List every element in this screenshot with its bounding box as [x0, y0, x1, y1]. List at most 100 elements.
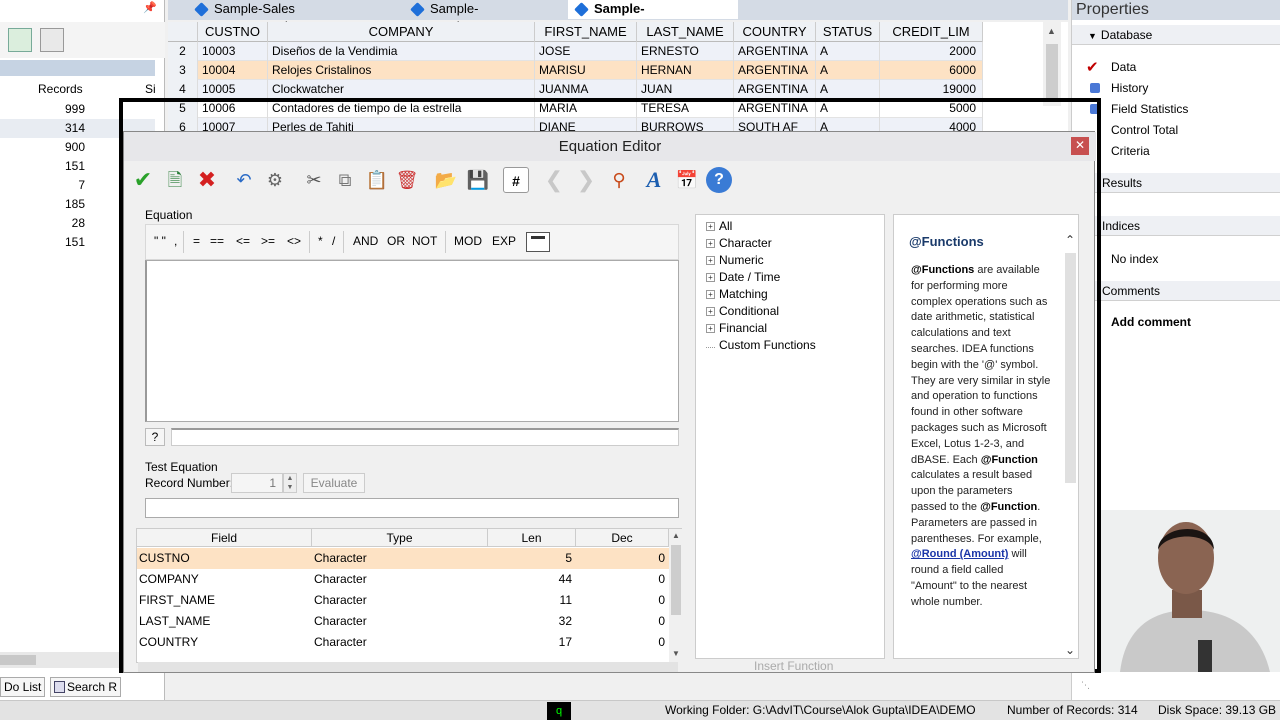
property-criteria[interactable]: Criteria [1111, 144, 1150, 158]
scroll-thumb[interactable] [0, 655, 36, 665]
grid-cell-company[interactable]: Diseños de la Vendimia [268, 42, 535, 61]
column-header-type[interactable]: Type [312, 529, 488, 547]
op-divide[interactable]: / [332, 234, 335, 248]
tab-search-results[interactable]: Search R [50, 677, 122, 697]
column-header-custno[interactable]: CUSTNO [198, 22, 268, 42]
copy-icon[interactable]: ⧉ [332, 167, 358, 193]
fields-vscrollbar[interactable]: ▲ ▼ [669, 529, 683, 663]
property-field-statistics[interactable]: Field Statistics [1111, 102, 1188, 116]
paste-icon[interactable]: 📋 [364, 167, 390, 193]
help-vscrollbar[interactable]: ⌃ ⌄ [1062, 215, 1078, 658]
expand-icon[interactable]: + [706, 324, 715, 333]
op-not-equal[interactable]: <> [287, 234, 301, 248]
grid-view-icon[interactable] [40, 28, 64, 52]
explorer-selected-row[interactable] [0, 60, 155, 76]
syntax-help-button[interactable]: ? [145, 428, 165, 446]
grid-cell-country[interactable]: ARGENTINA [734, 61, 816, 80]
field-row[interactable]: FIRST_NAME Character 11 0 [137, 590, 669, 611]
grid-cell-company[interactable]: Clockwatcher [268, 80, 535, 99]
save-icon[interactable]: 💾 [465, 167, 491, 193]
accept-checkmark-icon[interactable]: ✔ [130, 167, 156, 193]
grid-cell-first[interactable]: MARISU [535, 61, 637, 80]
property-history[interactable]: History [1111, 81, 1148, 95]
scroll-thumb[interactable] [671, 545, 681, 615]
grid-cell-credit[interactable]: 2000 [880, 42, 983, 61]
scroll-up-icon[interactable]: ▲ [672, 531, 680, 540]
grid-cell-country[interactable]: ARGENTINA [734, 80, 816, 99]
equation-textarea[interactable] [145, 260, 679, 422]
tree-node[interactable]: Custom Functions [706, 338, 816, 352]
forward-icon[interactable]: ❯ [573, 167, 599, 193]
op-and[interactable]: AND [353, 234, 378, 248]
column-header-dec[interactable]: Dec [576, 529, 669, 547]
table-row[interactable]: 3 10004 Relojes Cristalinos MARISU HERNAN ARG… [168, 61, 983, 80]
undo-icon[interactable]: ↶ [231, 167, 257, 193]
cut-icon[interactable]: ✂ [301, 167, 327, 193]
grid-cell-last[interactable]: JUAN [637, 80, 734, 99]
op-double-equal[interactable]: == [210, 234, 224, 248]
records-column-header[interactable]: Records [38, 82, 83, 96]
field-row[interactable]: COUNTRY Character 17 0 [137, 632, 669, 653]
evaluate-button[interactable]: Evaluate [303, 473, 365, 493]
grid-cell-first[interactable]: JUANMA [535, 80, 637, 99]
dialog-hscrollbar[interactable] [138, 662, 678, 672]
cancel-x-icon[interactable]: ✖ [194, 167, 220, 193]
delete-icon[interactable]: 🗑 [394, 167, 420, 193]
font-icon[interactable]: A [641, 167, 667, 193]
grid-cell-n[interactable]: 4 [168, 80, 198, 99]
op-or[interactable]: OR [387, 234, 405, 248]
column-header-company[interactable]: COMPANY [268, 22, 535, 42]
grid-cell-country[interactable]: ARGENTINA [734, 42, 816, 61]
tab-do-list[interactable]: Do List [0, 677, 46, 697]
column-header-len[interactable]: Len [488, 529, 576, 547]
tree-node[interactable]: + Financial [706, 321, 767, 335]
column-header-country[interactable]: COUNTRY [734, 22, 816, 42]
date-picker-icon[interactable] [526, 232, 550, 252]
grid-cell-n[interactable]: 2 [168, 42, 198, 61]
expand-icon[interactable]: + [706, 222, 715, 231]
grid-vscrollbar[interactable]: ▲ [1043, 22, 1061, 106]
grid-cell-last[interactable]: HERNAN [637, 61, 734, 80]
record-number-input[interactable]: 1 [231, 473, 283, 493]
grid-cell-credit[interactable]: 19000 [880, 80, 983, 99]
field-row[interactable]: CUSTNO Character 5 0 [137, 548, 669, 569]
tree-node[interactable]: + Character [706, 236, 772, 250]
op-equal[interactable]: = [193, 234, 200, 248]
grid-cell-n[interactable]: 3 [168, 61, 198, 80]
section-results[interactable]: Results [1072, 173, 1280, 193]
grid-cell-status[interactable]: A [816, 80, 880, 99]
grid-cell-company[interactable]: Relojes Cristalinos [268, 61, 535, 80]
scroll-up-icon[interactable]: ▲ [1047, 26, 1056, 36]
table-row[interactable]: 4 10005 Clockwatcher JUANMA JUAN ARGENTINA A 19… [168, 80, 983, 99]
chevron-down-icon[interactable]: ⌄ [1065, 643, 1075, 657]
scroll-thumb[interactable] [1065, 253, 1076, 483]
tree-node[interactable]: + Conditional [706, 304, 779, 318]
expand-icon[interactable]: + [706, 256, 715, 265]
tree-node[interactable]: + Matching [706, 287, 768, 301]
hash-icon[interactable]: # [503, 167, 529, 193]
validate-document-icon[interactable]: 🗎 [162, 167, 188, 193]
op-multiply[interactable]: * [318, 234, 323, 248]
pin-marker-icon[interactable]: ⚲ [606, 167, 632, 193]
tree-node[interactable]: + Date / Time [706, 270, 780, 284]
back-icon[interactable]: ❮ [541, 167, 567, 193]
op-comma[interactable]: , [174, 234, 177, 248]
expand-icon[interactable]: + [706, 290, 715, 299]
column-header-credit-limit[interactable]: CREDIT_LIM [880, 22, 983, 42]
expand-icon[interactable]: + [706, 273, 715, 282]
chevron-up-icon[interactable]: ⌃ [1065, 233, 1075, 247]
expand-icon[interactable]: + [706, 239, 715, 248]
op-mod[interactable]: MOD [454, 234, 482, 248]
scroll-thumb[interactable] [1046, 44, 1058, 99]
section-comments[interactable]: Comments [1072, 281, 1280, 301]
insert-function-button[interactable]: Insert Function [754, 659, 833, 673]
tree-node[interactable]: + Numeric [706, 253, 764, 267]
op-greater-equal[interactable]: >= [261, 234, 275, 248]
table-row[interactable]: 2 10003 Diseños de la Vendimia JOSE ERNESTO A… [168, 42, 983, 61]
pin-icon[interactable]: 📌 [143, 1, 157, 15]
grid-cell-last[interactable]: ERNESTO [637, 42, 734, 61]
tab-employees[interactable]: Sample-Employees.IMD [404, 0, 567, 34]
settings-gears-icon[interactable]: ⚙ [262, 167, 288, 193]
scroll-down-icon[interactable]: ▼ [672, 649, 680, 658]
grid-cell-first[interactable]: JOSE [535, 42, 637, 61]
